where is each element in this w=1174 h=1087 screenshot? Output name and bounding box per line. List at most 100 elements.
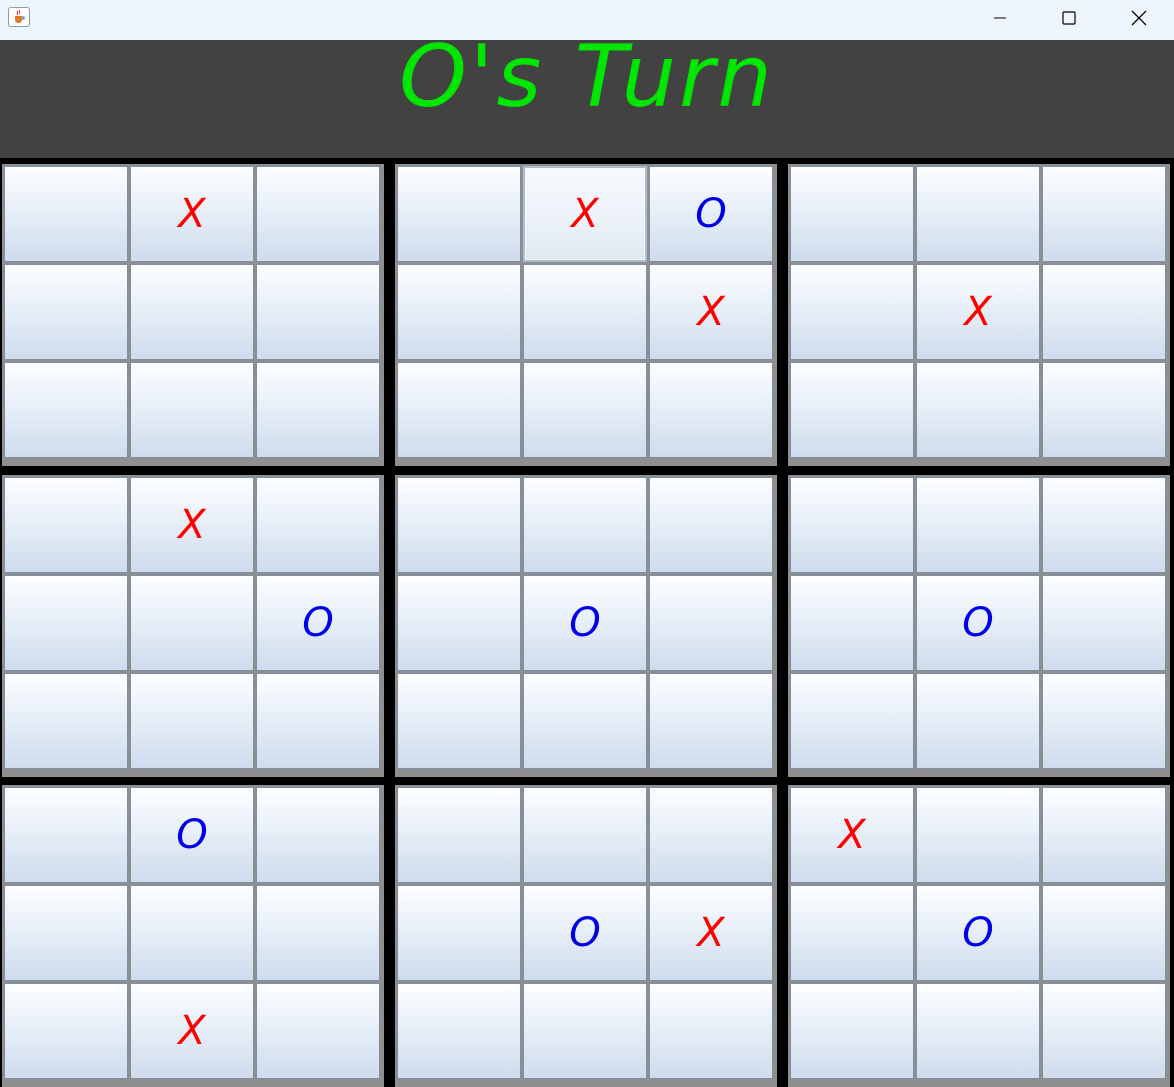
board-9-cell-2[interactable] (916, 787, 1040, 883)
board-3-cell-9[interactable] (1042, 362, 1166, 458)
board-5-cell-4[interactable] (397, 575, 521, 671)
board-2-cell-3[interactable]: O (649, 166, 773, 262)
board-2-cell-7[interactable] (397, 362, 521, 458)
board-1-cell-9[interactable] (256, 362, 380, 458)
board-6-cell-5[interactable]: O (916, 575, 1040, 671)
board-8-cell-7[interactable] (397, 983, 521, 1079)
board-6-cell-1[interactable] (790, 477, 914, 573)
board-3-cell-3[interactable] (1042, 166, 1166, 262)
board-8-cell-2[interactable] (523, 787, 647, 883)
board-4-cell-7[interactable] (4, 673, 128, 769)
board-1-cell-7[interactable] (4, 362, 128, 458)
board-6-cell-6[interactable] (1042, 575, 1166, 671)
board-6-cell-7[interactable] (790, 673, 914, 769)
board-6-cell-3[interactable] (1042, 477, 1166, 573)
board-9-cell-1[interactable]: X (790, 787, 914, 883)
java-cup-icon[interactable] (8, 7, 30, 27)
board-3-cell-8[interactable] (916, 362, 1040, 458)
minimize-icon (994, 17, 1006, 19)
board-4-cell-5[interactable] (130, 575, 254, 671)
board-7-cell-5[interactable] (130, 885, 254, 981)
turn-label: O's Turn (399, 40, 775, 127)
close-icon (1131, 10, 1147, 26)
board-3-cell-1[interactable] (790, 166, 914, 262)
maximize-button[interactable] (1034, 0, 1104, 36)
close-button[interactable] (1104, 0, 1174, 36)
board-2-cell-9[interactable] (649, 362, 773, 458)
board-5-cell-2[interactable] (523, 477, 647, 573)
o-mark: O (176, 812, 208, 858)
board-7-cell-7[interactable] (4, 983, 128, 1079)
board-7-cell-3[interactable] (256, 787, 380, 883)
board-5-cell-1[interactable] (397, 477, 521, 573)
x-mark: X (178, 191, 206, 237)
board-7-cell-2[interactable]: O (130, 787, 254, 883)
x-mark: X (178, 1008, 206, 1054)
board-4-cell-9[interactable] (256, 673, 380, 769)
board-8-cell-9[interactable] (649, 983, 773, 1079)
board-8-cell-4[interactable] (397, 885, 521, 981)
board-1-cell-6[interactable] (256, 264, 380, 360)
board-4-cell-8[interactable] (130, 673, 254, 769)
board-3-cell-7[interactable] (790, 362, 914, 458)
board-7-cell-8[interactable]: X (130, 983, 254, 1079)
board-7-cell-1[interactable] (4, 787, 128, 883)
x-mark: X (178, 502, 206, 548)
board-5-cell-7[interactable] (397, 673, 521, 769)
board-7-cell-9[interactable] (256, 983, 380, 1079)
board-5-cell-5[interactable]: O (523, 575, 647, 671)
o-mark: O (695, 191, 727, 237)
board-6-cell-9[interactable] (1042, 673, 1166, 769)
board-6-cell-4[interactable] (790, 575, 914, 671)
o-mark: O (962, 600, 994, 646)
board-1-cell-5[interactable] (130, 264, 254, 360)
board-1-cell-4[interactable] (4, 264, 128, 360)
board-2-cell-6[interactable]: X (649, 264, 773, 360)
board-8-cell-1[interactable] (397, 787, 521, 883)
title-bar (0, 0, 1174, 40)
board-4-cell-3[interactable] (256, 477, 380, 573)
sub-board-8: OX (395, 785, 777, 1087)
board-2-cell-5[interactable] (523, 264, 647, 360)
board-9-cell-9[interactable] (1042, 983, 1166, 1079)
board-2-cell-1[interactable] (397, 166, 521, 262)
board-1-cell-8[interactable] (130, 362, 254, 458)
board-2-cell-8[interactable] (523, 362, 647, 458)
board-3-cell-2[interactable] (916, 166, 1040, 262)
board-8-cell-8[interactable] (523, 983, 647, 1079)
board-5-cell-9[interactable] (649, 673, 773, 769)
board-4-cell-1[interactable] (4, 477, 128, 573)
board-8-cell-6[interactable]: X (649, 885, 773, 981)
board-9-cell-7[interactable] (790, 983, 914, 1079)
board-5-cell-6[interactable] (649, 575, 773, 671)
board-8-cell-5[interactable]: O (523, 885, 647, 981)
board-2-cell-2[interactable]: X (523, 166, 647, 262)
board-6-cell-2[interactable] (916, 477, 1040, 573)
board-3-cell-5[interactable]: X (916, 264, 1040, 360)
board-6-cell-8[interactable] (916, 673, 1040, 769)
board-9-cell-5[interactable]: O (916, 885, 1040, 981)
board-4-cell-6[interactable]: O (256, 575, 380, 671)
board-5-cell-8[interactable] (523, 673, 647, 769)
sub-board-5: O (395, 475, 777, 777)
board-9-cell-8[interactable] (916, 983, 1040, 1079)
board-9-cell-6[interactable] (1042, 885, 1166, 981)
ultimate-board: XXOXXXOOOOXOXXO (0, 158, 1174, 1087)
board-1-cell-3[interactable] (256, 166, 380, 262)
o-mark: O (569, 600, 601, 646)
board-7-cell-6[interactable] (256, 885, 380, 981)
board-3-cell-6[interactable] (1042, 264, 1166, 360)
board-7-cell-4[interactable] (4, 885, 128, 981)
board-1-cell-1[interactable] (4, 166, 128, 262)
board-5-cell-3[interactable] (649, 477, 773, 573)
board-8-cell-3[interactable] (649, 787, 773, 883)
board-4-cell-4[interactable] (4, 575, 128, 671)
board-9-cell-3[interactable] (1042, 787, 1166, 883)
board-3-cell-4[interactable] (790, 264, 914, 360)
minimize-button[interactable] (965, 0, 1035, 36)
board-9-cell-4[interactable] (790, 885, 914, 981)
board-2-cell-4[interactable] (397, 264, 521, 360)
sub-board-9: XO (788, 785, 1170, 1087)
board-4-cell-2[interactable]: X (130, 477, 254, 573)
board-1-cell-2[interactable]: X (130, 166, 254, 262)
